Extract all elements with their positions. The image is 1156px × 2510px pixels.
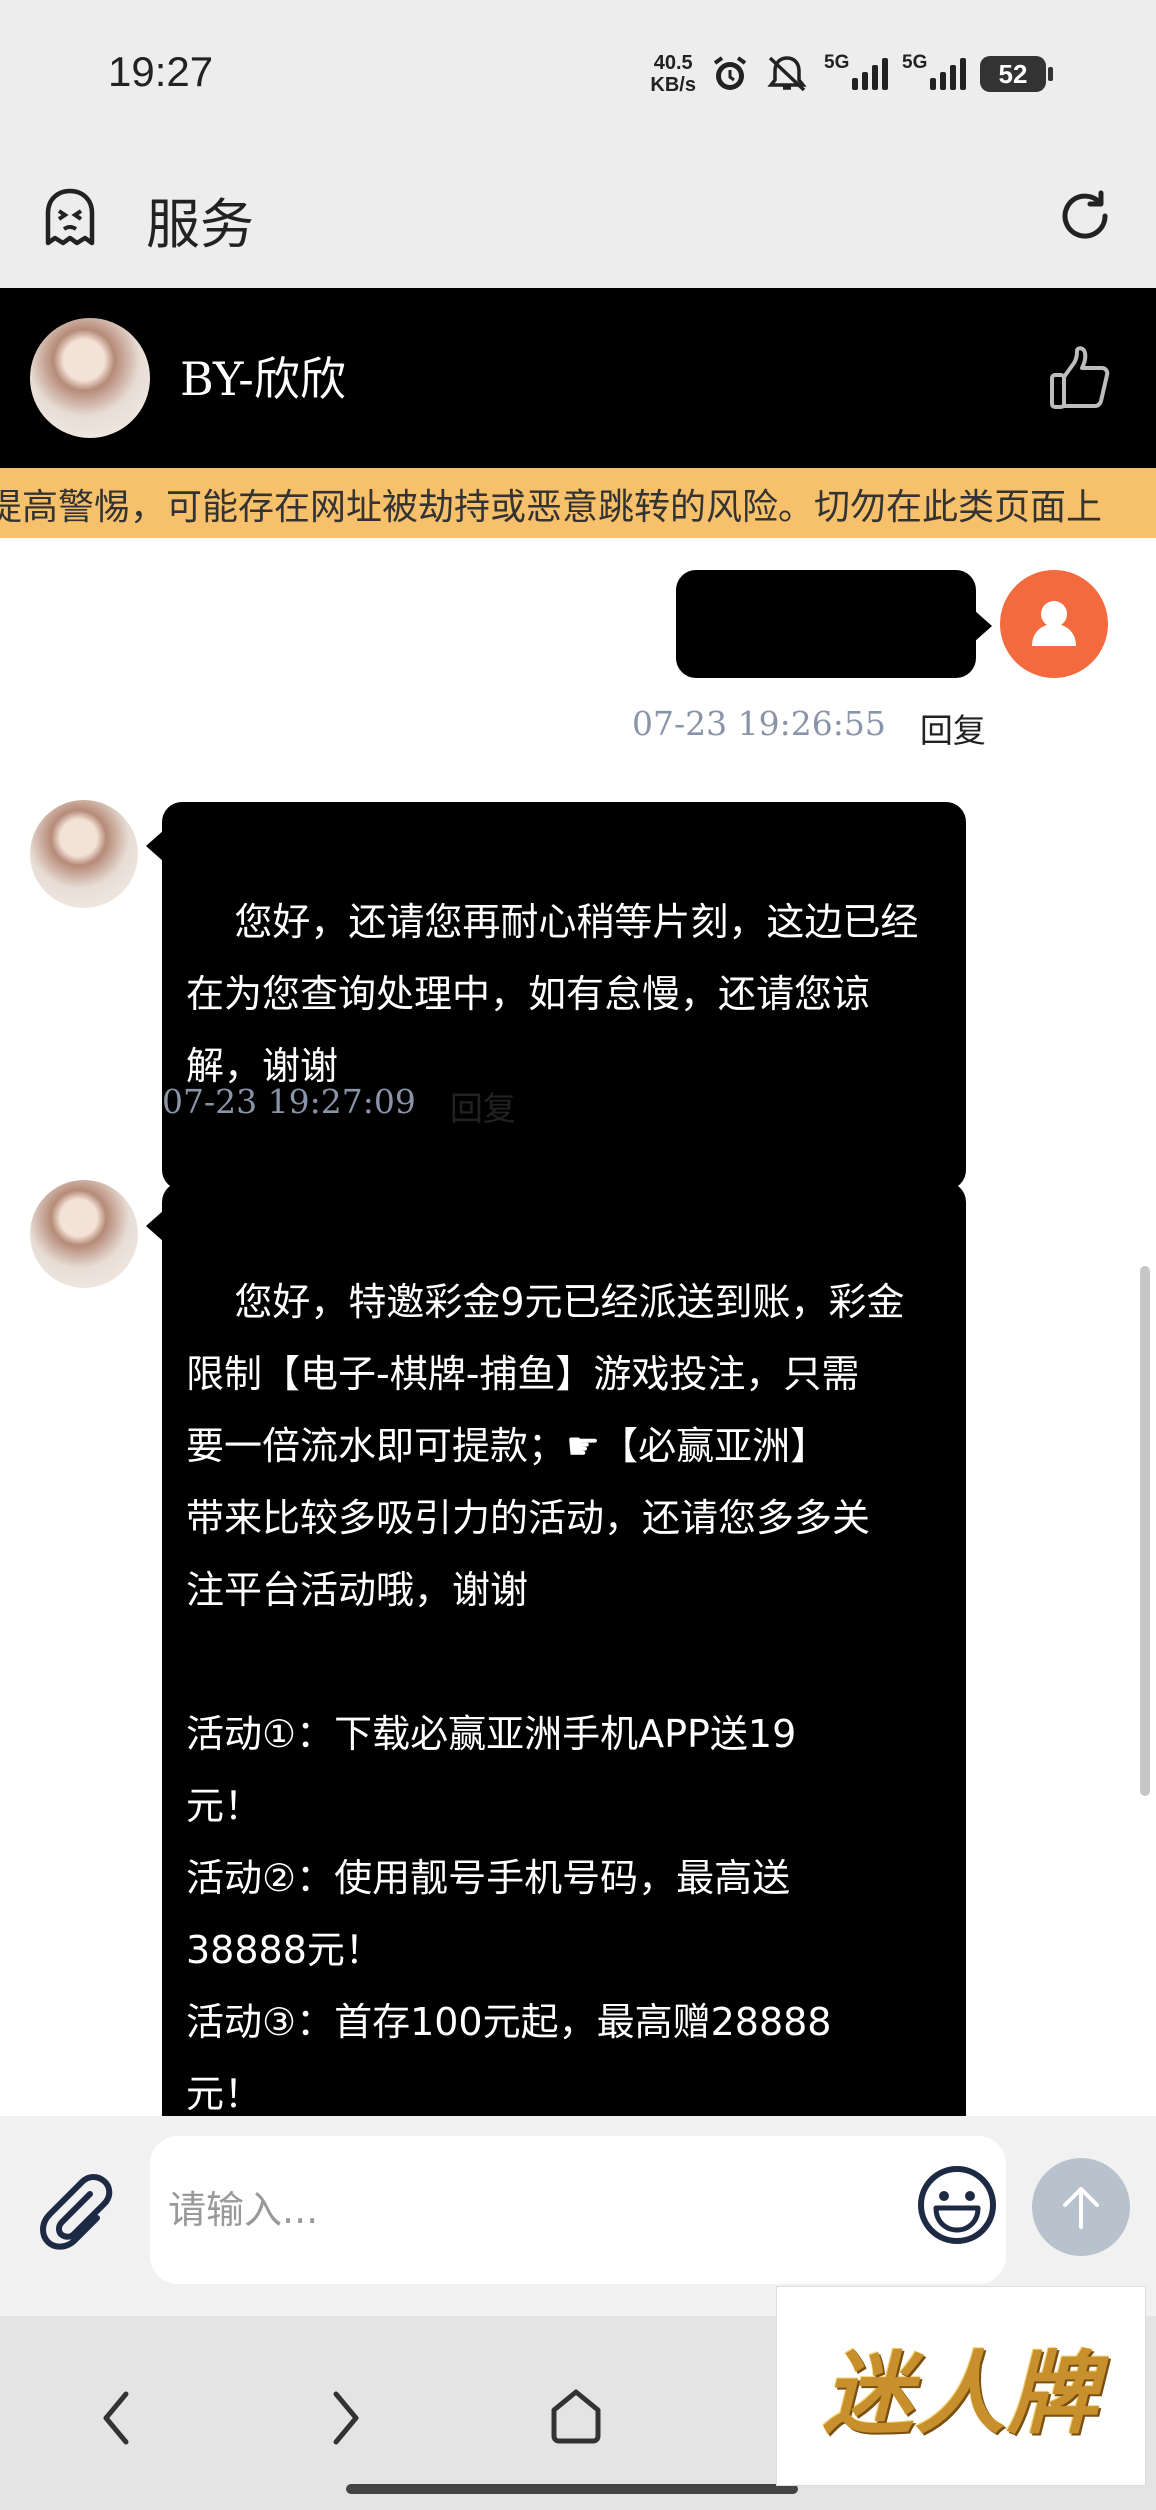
user-message-bubble[interactable]: 电话特邀彩金 xyxy=(676,570,992,754)
agent-message-avatar[interactable] xyxy=(30,1180,138,1288)
back-icon[interactable] xyxy=(98,2388,134,2448)
agent-header: BY-欣欣 xyxy=(0,288,1156,468)
agent-name: BY-欣欣 xyxy=(180,352,346,406)
agent-message-text: 您好，还请您再耐心稍等片刻，这边已经 在为您查询处理中，如有怠慢，还请您谅 解，… xyxy=(186,900,919,1088)
reply-link[interactable]: 回复 xyxy=(920,704,986,752)
agent-message-avatar[interactable] xyxy=(30,800,138,908)
refresh-icon[interactable] xyxy=(1056,187,1114,245)
watermark-text: 迷人牌 xyxy=(823,2341,1099,2447)
send-button[interactable] xyxy=(1032,2158,1130,2256)
mute-icon xyxy=(767,56,807,92)
thumbs-up-icon[interactable] xyxy=(1048,343,1112,413)
notice-text: 提高警惕，可能存在网址被劫持或恶意跳转的风险。切勿在此类页面上 xyxy=(0,487,1103,528)
notice-marquee: 提高警惕，可能存在网址被劫持或恶意跳转的风险。切勿在此类页面上 xyxy=(0,468,1156,538)
sim1-signal-icon: 5G xyxy=(824,52,888,90)
home-icon[interactable] xyxy=(548,2386,604,2446)
user-message-meta: 07-23 19:26:55 回复 xyxy=(632,704,986,752)
sim2-network-label: 5G xyxy=(902,52,928,73)
message-input[interactable] xyxy=(150,2136,1006,2284)
arrow-up-icon xyxy=(1063,2187,1099,2229)
sim1-network-label: 5G xyxy=(824,52,850,73)
agent-message-bubble[interactable]: 您好，还请您再耐心稍等片刻，这边已经 在为您查询处理中，如有怠慢，还请您谅 解，… xyxy=(146,802,966,1190)
reply-link[interactable]: 回复 xyxy=(450,1082,516,1130)
message-timestamp: 07-23 19:27:09 xyxy=(162,1082,416,1121)
network-speed-value: 40.5 xyxy=(653,52,693,74)
agent-message-bubble[interactable]: 您好，特邀彩金9元已经派送到账，彩金 限制【电子-棋牌-捕鱼】游戏投注，只需 要… xyxy=(146,1182,966,2116)
home-indicator[interactable] xyxy=(346,2484,798,2494)
status-icons: 40.5 KB/s 5G 5G 52 xyxy=(650,48,1053,100)
agent-message-meta: 07-23 19:27:09 回复 xyxy=(162,1082,516,1130)
chat-area[interactable]: 电话特邀彩金 07-23 19:26:55 回复 您好，还请您再耐心稍等片刻，这… xyxy=(0,538,1156,2116)
battery-icon: 52 xyxy=(980,56,1053,92)
page-title: 服务 xyxy=(146,193,254,256)
user-avatar-icon xyxy=(1032,601,1076,646)
agent-message-text: 您好，特邀彩金9元已经派送到账，彩金 限制【电子-棋牌-捕鱼】游戏投注，只需 要… xyxy=(186,1280,905,2116)
emoji-icon[interactable] xyxy=(916,2164,998,2246)
watermark: 迷人牌 xyxy=(776,2286,1146,2486)
message-timestamp: 07-23 19:26:55 xyxy=(632,704,886,743)
user-avatar[interactable] xyxy=(1000,570,1108,678)
paperclip-icon[interactable] xyxy=(36,2172,116,2252)
forward-icon[interactable] xyxy=(328,2388,364,2448)
network-speed-unit: KB/s xyxy=(650,74,696,96)
ghost-face-icon[interactable] xyxy=(40,185,100,249)
network-speed: 40.5 KB/s xyxy=(650,52,696,96)
chat-scrollbar[interactable] xyxy=(1140,1266,1150,1796)
nav-bar: 服务 xyxy=(0,150,1156,288)
status-bar: 19:27 40.5 KB/s 5G 5G 52 xyxy=(0,0,1156,150)
agent-avatar[interactable] xyxy=(30,318,150,438)
status-time: 19:27 xyxy=(108,48,214,95)
alarm-icon xyxy=(713,56,747,90)
sim2-signal-icon: 5G xyxy=(902,52,966,90)
